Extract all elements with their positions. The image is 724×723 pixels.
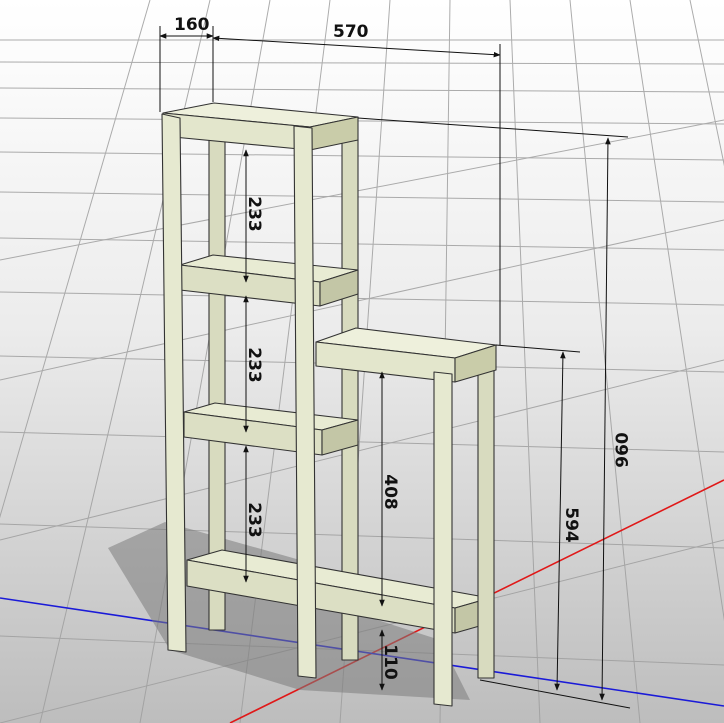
width-label: 570 [333,22,369,42]
low-gap-label: 408 [380,474,400,510]
total-height-label: 960 [613,432,633,468]
base-clearance-label: 110 [380,644,400,680]
low-back-leg [477,347,495,679]
shelf-drawing: 160 570 960 594 233 233 233 408 110 [0,0,724,723]
low-front-leg [433,371,453,707]
depth-label: 160 [174,15,210,35]
gap-top-label: 233 [244,196,264,232]
gap-middle-label: 233 [244,347,264,383]
low-height-label: 594 [561,507,581,543]
cad-viewport: 160 570 960 594 233 233 233 408 110 [0,0,724,723]
gap-bottom-label: 233 [244,502,264,538]
front-right-leg [293,125,317,679]
